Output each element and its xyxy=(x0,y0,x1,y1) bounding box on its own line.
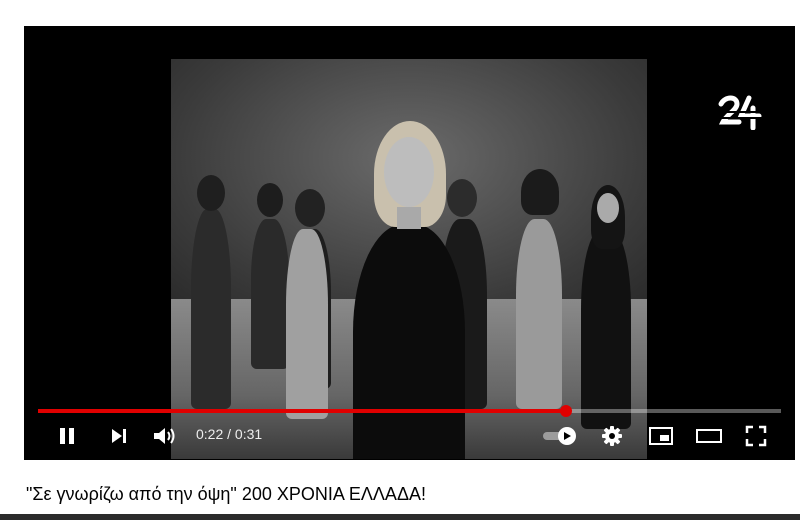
dancer-head xyxy=(447,179,477,217)
video-frame[interactable] xyxy=(171,59,647,459)
dancer-figure xyxy=(251,219,289,369)
gear-icon xyxy=(602,426,622,446)
miniplayer-button[interactable] xyxy=(644,418,678,454)
duration: 0:31 xyxy=(234,426,263,442)
dancer-figure xyxy=(191,209,231,409)
video-title: "Σε γνωρίζω από την όψη" 200 ΧΡΟΝΙΑ ΕΛΛΑ… xyxy=(26,484,426,504)
next-icon xyxy=(112,429,126,443)
progress-scrubber-handle[interactable] xyxy=(559,405,572,417)
pause-button[interactable] xyxy=(52,418,82,454)
dancer-figure xyxy=(581,229,631,429)
autoplay-toggle-icon xyxy=(543,427,576,445)
video-player[interactable]: 0:22 / 0:31 xyxy=(24,26,795,460)
volume-button[interactable] xyxy=(148,418,182,454)
theater-mode-button[interactable] xyxy=(692,418,726,454)
theater-mode-icon xyxy=(696,429,722,443)
channel-24-logo-icon xyxy=(717,95,763,130)
main-figure-face xyxy=(384,137,434,207)
progress-played xyxy=(38,409,566,413)
autoplay-toggle[interactable] xyxy=(540,418,580,454)
dancer-head xyxy=(295,189,325,227)
progress-bar[interactable] xyxy=(38,405,781,417)
dancer-figure xyxy=(516,219,562,409)
miniplayer-icon xyxy=(649,427,673,445)
pause-icon xyxy=(60,428,74,444)
dancer-figure xyxy=(286,229,328,419)
dancer-head xyxy=(197,175,225,211)
main-figure-neck xyxy=(397,207,421,229)
dancer-head xyxy=(597,193,619,223)
player-controls: 0:22 / 0:31 xyxy=(24,418,795,454)
time-separator: / xyxy=(223,426,235,442)
fullscreen-button[interactable] xyxy=(740,418,772,454)
os-taskbar xyxy=(0,514,800,520)
fullscreen-icon xyxy=(745,425,767,447)
volume-icon xyxy=(154,428,175,444)
dancer-head xyxy=(257,183,283,217)
current-time: 0:22 xyxy=(196,426,224,442)
dancer-hair xyxy=(521,169,559,215)
time-display: 0:22 / 0:31 xyxy=(196,426,262,442)
settings-button[interactable] xyxy=(596,418,628,454)
next-button[interactable] xyxy=(104,418,134,454)
